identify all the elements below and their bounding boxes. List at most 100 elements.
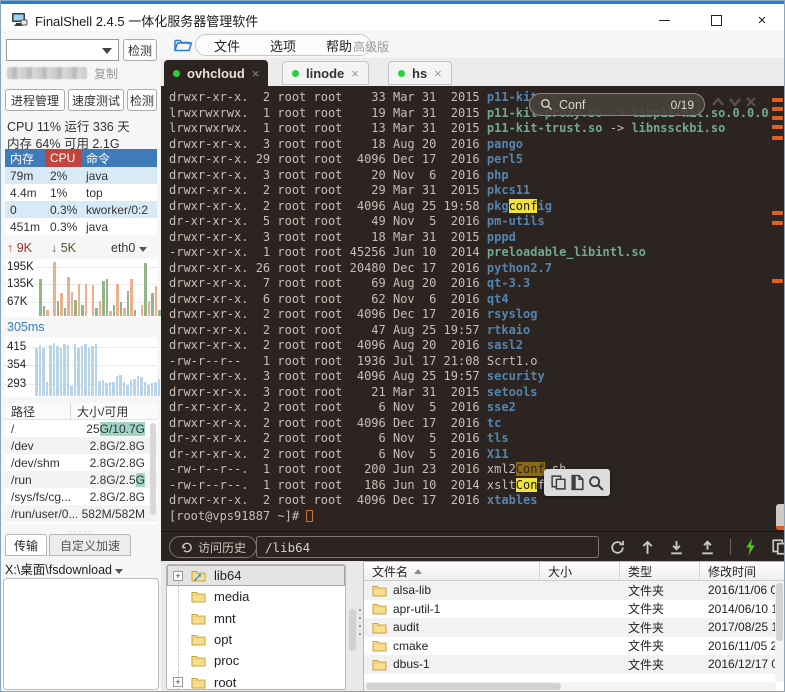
upload-icon[interactable] (699, 539, 716, 556)
tree-item-label: lib64 (214, 568, 241, 583)
directory-tree[interactable]: + lib64 media mntoptproc+root (166, 564, 346, 690)
expander-icon[interactable]: + (173, 677, 183, 687)
tree-item-root[interactable]: +root (167, 671, 345, 690)
terminal-line: drwxr-xr-x. 2 root root 4096 Aug 25 19:5… (169, 199, 769, 215)
speed-test-button[interactable]: 速度测试 (68, 89, 124, 111)
paste-icon[interactable] (570, 474, 585, 491)
tree-item-label: media (214, 589, 249, 604)
maximize-button[interactable] (693, 7, 739, 33)
process-row[interactable]: 79m2%java (5, 167, 157, 184)
process-manager-button[interactable]: 进程管理 (5, 89, 65, 111)
panel-splitter[interactable] (358, 609, 362, 649)
terminal-line: drwxr-xr-x. 26 root root 20480 Dec 17 20… (169, 261, 769, 277)
file-name: audit (393, 620, 419, 634)
refresh-icon[interactable] (609, 539, 626, 556)
terminal-scrollbar[interactable] (776, 504, 785, 530)
search-selection-icon[interactable] (588, 475, 604, 491)
session-tab-ovhcloud[interactable]: ovhcloud× (164, 60, 268, 86)
host-combobox[interactable] (6, 39, 119, 61)
terminal-line: dr-xr-xr-x. 2 root root 6 Nov 5 2016 sse… (169, 400, 769, 416)
file-table-hscrollbar[interactable] (364, 682, 776, 691)
disk-row[interactable]: /run2.8G/2.5G (5, 471, 157, 488)
copy-icon[interactable] (771, 538, 785, 556)
search-prev-icon[interactable] (711, 96, 725, 108)
terminal-line: drwxr-xr-x. 7 root root 69 Aug 20 2016 q… (169, 276, 769, 292)
file-name: apr-util-1 (393, 602, 440, 616)
local-path-selector[interactable]: X:\桌面\fsdownload (5, 559, 157, 576)
terminal-search-box[interactable]: Conf 0/19 (529, 93, 705, 116)
tab-close-icon[interactable]: × (434, 66, 442, 81)
flash-sync-icon[interactable] (744, 538, 757, 556)
detect-button[interactable]: 检测 (123, 39, 157, 61)
terminal-output: drwxr-xr-x. 2 root root 33 Mar 31 2015 p… (169, 90, 769, 524)
col-size[interactable]: 大小 (540, 562, 620, 580)
tree-item-media[interactable]: media (167, 586, 345, 607)
col-mtime[interactable]: 修改时间 (700, 562, 785, 580)
disk-scrollbar[interactable] (149, 421, 157, 524)
open-folder-icon[interactable] (173, 36, 193, 53)
disk-row[interactable]: /dev2.8G/2.8G (5, 437, 157, 454)
folder-icon (372, 584, 387, 597)
process-table: 内存 CPU 命令 79m2%java4.4m1%top00.3%kworker… (5, 149, 157, 235)
expander-icon[interactable]: + (173, 571, 183, 581)
disk-row[interactable]: /dev/shm2.8G/2.8G (5, 454, 157, 471)
folder-icon (191, 612, 206, 625)
tab-custom-accel[interactable]: 自定义加速 (49, 534, 131, 556)
file-browser: + lib64 media mntoptproc+root 文件名 大小 类型 修改时… (161, 561, 785, 692)
tree-item-proc[interactable]: proc (167, 650, 345, 671)
search-query[interactable]: Conf (559, 98, 665, 112)
terminal-line: dr-xr-xr-x. 2 root root 6 Nov 5 2016 tls (169, 431, 769, 447)
tab-close-icon[interactable]: × (351, 66, 359, 81)
file-row-cmake[interactable]: cmake文件夹2016/11/05 23 (364, 637, 785, 656)
col-type[interactable]: 类型 (620, 562, 700, 580)
chevron-down-icon (139, 247, 147, 252)
disk-row[interactable]: /25G/10.7G (5, 420, 157, 437)
process-table-header[interactable]: 内存 CPU 命令 (5, 149, 157, 167)
tree-scrollbar[interactable] (348, 564, 357, 690)
search-close-icon[interactable] (745, 96, 757, 108)
tree-item-opt[interactable]: opt (167, 629, 345, 650)
folder-icon (191, 590, 206, 603)
disk-table-header[interactable]: 路径 大小/可用 (5, 403, 157, 420)
file-row-dbus-1[interactable]: dbus-1文件夹2016/12/17 00 (364, 655, 785, 674)
copy-icon[interactable] (550, 474, 567, 491)
transfer-list-panel (3, 578, 159, 690)
menu-options[interactable]: 选项 (270, 36, 296, 55)
detect-button-2[interactable]: 检测 (127, 89, 157, 111)
menu-help[interactable]: 帮助 (326, 36, 352, 55)
tree-item-mnt[interactable]: mnt (167, 608, 345, 629)
session-tab-hs[interactable]: hs× (388, 61, 452, 85)
disk-row[interactable]: /sys/fs/cg...2.8G/2.8G (5, 488, 157, 505)
up-level-icon[interactable] (640, 539, 655, 556)
process-row[interactable]: 451m0.3%java (5, 218, 157, 235)
col-cpu: CPU (45, 149, 81, 167)
col-filename[interactable]: 文件名 (364, 562, 540, 580)
masked-ip-text (7, 67, 87, 79)
col-size: 大小/可用 (71, 403, 128, 419)
tab-close-icon[interactable]: × (252, 66, 260, 81)
file-row-apr-util-1[interactable]: apr-util-1文件夹2014/06/10 10 (364, 600, 785, 619)
terminal[interactable]: drwxr-xr-x. 2 root root 33 Mar 31 2015 p… (161, 86, 785, 531)
history-button[interactable]: 访问历史 (169, 536, 257, 558)
process-row[interactable]: 4.4m1%top (5, 184, 157, 201)
file-table-vscrollbar[interactable] (775, 582, 784, 682)
down-arrow-icon: ↓ (51, 241, 57, 255)
file-row-alsa-lib[interactable]: alsa-lib文件夹2016/11/06 02 (364, 581, 785, 600)
interface-select[interactable]: eth0 (111, 241, 147, 255)
download-icon[interactable] (668, 539, 685, 556)
search-next-icon[interactable] (728, 96, 742, 108)
tab-transfer[interactable]: 传输 (5, 534, 47, 556)
terminal-line: drwxr-xr-x. 2 root root 4096 Dec 17 2016… (169, 493, 769, 509)
menu-file[interactable]: 文件 (214, 36, 240, 55)
session-tab-linode[interactable]: linode× (282, 61, 369, 85)
process-row[interactable]: 00.3%kworker/0:2 (5, 201, 157, 218)
minimize-button[interactable] (641, 7, 687, 33)
disk-row[interactable]: /run/user/0...582M/582M (5, 505, 157, 522)
remote-path-input[interactable] (256, 536, 599, 558)
close-button[interactable]: × (739, 7, 785, 33)
ping-graph: 415 354 293 (5, 337, 157, 397)
tree-item-lib64[interactable]: + lib64 (167, 565, 345, 586)
copy-ip-link[interactable]: 复制 (94, 65, 118, 82)
terminal-cursor (306, 510, 313, 522)
file-row-audit[interactable]: audit文件夹2017/08/25 19 (364, 618, 785, 637)
